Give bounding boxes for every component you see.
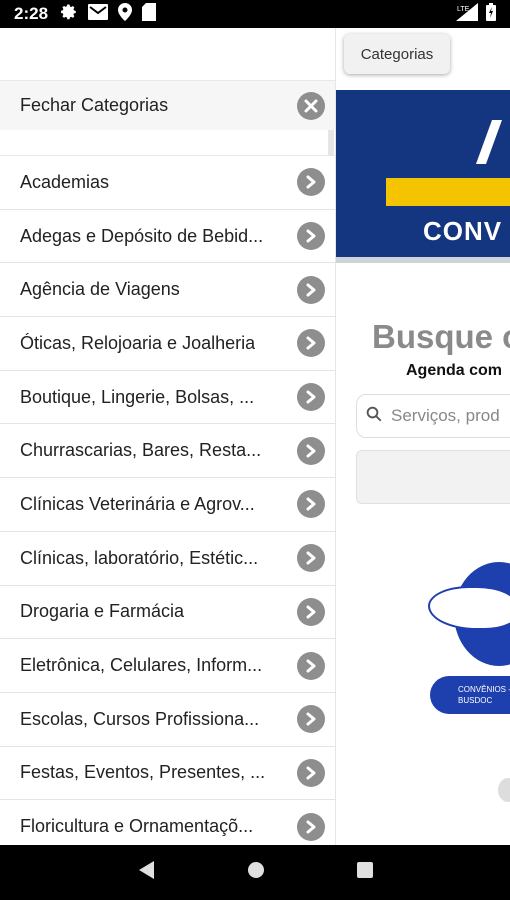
floating-button[interactable] (498, 778, 510, 802)
chevron-right-icon (297, 812, 325, 841)
category-label: Drogaria e Farmácia (20, 601, 185, 622)
chevron-right-icon (297, 597, 325, 626)
category-label: Floricultura e Ornamentaçõ... (20, 816, 254, 837)
drawer-top-strip (0, 28, 335, 80)
chevron-right-icon (297, 222, 325, 251)
drawer-scrollbar[interactable] (328, 130, 334, 156)
page-headline: Busque o (372, 318, 510, 355)
battery-icon (486, 2, 496, 26)
sd-card-icon (142, 2, 157, 26)
search-button[interactable] (356, 450, 510, 504)
category-label: Clínicas, laboratório, Estétic... (20, 547, 259, 568)
signal-icon: LTE (456, 2, 478, 26)
category-item[interactable]: Clínicas Veterinária e Agrov... (0, 478, 335, 532)
chevron-right-icon (297, 758, 325, 787)
status-icons (60, 2, 157, 26)
chevron-right-icon (297, 651, 325, 680)
chevron-right-icon (297, 275, 325, 304)
category-item[interactable]: Boutique, Lingerie, Bolsas, ... (0, 370, 335, 425)
drawer-spacer (0, 130, 335, 156)
chevron-right-icon (297, 329, 325, 358)
category-label: Óticas, Relojoaria e Joalheria (20, 332, 256, 353)
category-item[interactable]: Academias (0, 156, 335, 210)
banner-text: CONV (423, 216, 503, 246)
gear-icon (60, 3, 78, 26)
recents-icon[interactable] (356, 861, 374, 884)
search-placeholder: Serviços, prod (391, 406, 500, 425)
categorias-button[interactable]: Categorias (344, 34, 450, 74)
chevron-right-icon (297, 544, 325, 573)
chevron-right-icon (297, 705, 325, 734)
search-icon (365, 405, 383, 428)
search-input[interactable]: Serviços, prod (356, 394, 510, 438)
category-item[interactable]: Churrascarias, Bares, Resta... (0, 424, 335, 479)
chevron-right-icon (297, 383, 325, 412)
mail-icon (88, 3, 109, 25)
status-time: 2:28 (14, 4, 49, 23)
category-item[interactable]: Escolas, Cursos Profissiona... (0, 692, 335, 747)
chevron-right-icon (297, 168, 325, 197)
category-item[interactable]: Agência de Viagens (0, 263, 335, 318)
category-item[interactable]: Eletrônica, Celulares, Inform... (0, 639, 335, 693)
category-label: Boutique, Lingerie, Bolsas, ... (20, 386, 255, 407)
chevron-right-icon (297, 490, 325, 519)
home-icon[interactable] (247, 861, 265, 884)
category-label: Festas, Eventos, Presentes, ... (20, 762, 266, 783)
close-categories-row[interactable]: Fechar Categorias (0, 80, 335, 130)
top-toolbar: Categorias (336, 28, 510, 80)
category-item[interactable]: Floricultura e Ornamentaçõ... (0, 800, 335, 845)
category-label: Escolas, Cursos Profissiona... (20, 708, 260, 729)
app-screen: 2:28 LTE Categorias CONV Busque o Agenda… (0, 0, 510, 900)
category-label: Agência de Viagens (20, 279, 180, 300)
chevron-right-icon (297, 436, 325, 465)
system-nav-bar (0, 845, 510, 900)
categories-drawer: Fechar Categorias Academias Adegas e Dep… (0, 28, 336, 845)
close-icon[interactable] (297, 91, 325, 120)
background-page: Categorias CONV Busque o Agenda com Serv… (336, 28, 510, 845)
category-label: Churrascarias, Bares, Resta... (20, 440, 262, 461)
category-item[interactable]: Drogaria e Farmácia (0, 585, 335, 640)
category-label: Adegas e Depósito de Bebid... (20, 225, 264, 246)
banner-yellow-stripe (386, 178, 510, 206)
category-label: Eletrônica, Celulares, Inform... (20, 655, 263, 676)
category-item[interactable]: Festas, Eventos, Presentes, ... (0, 746, 335, 801)
back-icon[interactable] (136, 859, 156, 886)
status-right: LTE (456, 2, 496, 26)
svg-text:LTE: LTE (457, 6, 470, 13)
logo-pill-text-1: CONVÊNIOS - T (458, 685, 510, 694)
category-label: Academias (20, 171, 110, 192)
banner-logo-icon (475, 120, 510, 164)
location-icon (118, 2, 133, 26)
status-bar: 2:28 LTE (0, 0, 510, 28)
promo-banner[interactable]: CONV (336, 90, 510, 263)
close-categories-label: Fechar Categorias (20, 95, 169, 115)
category-label: Clínicas Veterinária e Agrov... (20, 493, 255, 514)
category-item[interactable]: Óticas, Relojoaria e Joalheria (0, 317, 335, 371)
eagle-wing-icon (428, 586, 510, 630)
category-item[interactable]: Clínicas, laboratório, Estétic... (0, 531, 335, 586)
category-list: Academias Adegas e Depósito de Bebid... … (0, 156, 335, 845)
brand-logo-pill: CONVÊNIOS - T BUSDOC (430, 676, 510, 714)
logo-pill-text-2: BUSDOC (458, 696, 493, 705)
category-item[interactable]: Adegas e Depósito de Bebid... (0, 209, 335, 264)
page-subheadline: Agenda com (406, 362, 503, 379)
